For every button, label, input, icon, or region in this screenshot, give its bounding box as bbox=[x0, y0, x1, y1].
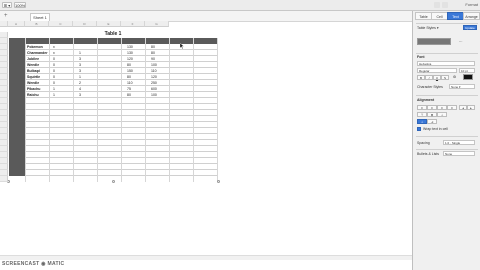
column-divider bbox=[121, 38, 122, 182]
font-label: Font bbox=[417, 55, 425, 59]
valign-top-button[interactable]: ⊤ bbox=[417, 112, 427, 117]
character-styles-label: Character Styles bbox=[417, 85, 443, 89]
font-size-field[interactable]: 10 pt bbox=[459, 68, 475, 73]
column-divider bbox=[97, 38, 98, 182]
underline-button[interactable]: U bbox=[433, 75, 441, 80]
table[interactable]: Pokemon x 130 80 Charmander x 1 130 80 Jubilee 0 3 1… bbox=[9, 38, 217, 176]
panel-tab-table[interactable]: Table bbox=[415, 12, 432, 20]
row-header[interactable] bbox=[0, 176, 8, 182]
table-title[interactable]: Table 1 bbox=[9, 31, 217, 37]
panel-divider bbox=[416, 23, 478, 24]
column-divider bbox=[73, 38, 74, 182]
add-sheet-icon[interactable]: + bbox=[4, 13, 8, 20]
panel-divider bbox=[416, 136, 478, 137]
wrap-text-label: Wrap text in cell bbox=[423, 127, 448, 131]
cursor-icon bbox=[180, 43, 185, 49]
table-styles-label[interactable]: Table Styles ▾ bbox=[417, 26, 439, 30]
text-direction-button[interactable]: ⇥ bbox=[427, 119, 437, 124]
panel-tabs: Table Cell Text Arrange bbox=[415, 12, 480, 20]
align-left-button[interactable]: ≡ bbox=[417, 105, 427, 110]
selection-handle[interactable] bbox=[112, 180, 115, 183]
table-row[interactable] bbox=[9, 170, 217, 176]
font-style-select[interactable]: Regular bbox=[417, 68, 457, 73]
zoom-button[interactable]: 100% ▾ bbox=[14, 2, 26, 14]
valign-selected-button[interactable]: ⊥ bbox=[417, 119, 427, 124]
align-justify-button[interactable]: ≡ bbox=[447, 105, 457, 110]
toolbar-icon-2[interactable] bbox=[442, 2, 448, 8]
indent-increase-button[interactable]: ▸ bbox=[467, 105, 475, 110]
column-divider bbox=[217, 38, 218, 182]
format-label[interactable]: Format bbox=[465, 2, 478, 8]
alignment-label: Alignment bbox=[417, 98, 435, 102]
format-panel: Table Cell Text Arrange Table Styles ▾ Upda… bbox=[412, 11, 480, 270]
bullets-lists-label[interactable]: Bullets & Lists bbox=[417, 152, 439, 156]
panel-divider bbox=[416, 53, 478, 54]
toolbar: ⊞ ▾ 100% ▾ Format bbox=[0, 0, 480, 14]
panel-tab-arrange[interactable]: Arrange bbox=[463, 12, 480, 20]
text-color-swatch[interactable] bbox=[463, 74, 473, 80]
bullets-select[interactable]: None bbox=[443, 151, 475, 156]
spacing-label[interactable]: Spacing bbox=[417, 141, 430, 145]
sheet-tab[interactable]: Sheet 1 bbox=[30, 13, 50, 21]
valign-bottom-button[interactable]: ⊥ bbox=[437, 112, 447, 117]
column-divider bbox=[49, 38, 50, 182]
more-icon[interactable]: ⋯ bbox=[459, 40, 463, 44]
view-button[interactable]: ⊞ ▾ bbox=[2, 2, 12, 8]
bold-button[interactable]: B bbox=[417, 75, 425, 80]
column-divider bbox=[193, 38, 194, 182]
strikethrough-button[interactable]: S bbox=[441, 75, 449, 80]
character-styles-select[interactable]: None ▾ bbox=[449, 84, 475, 89]
align-center-button[interactable]: ≡ bbox=[427, 105, 437, 110]
panel-divider bbox=[416, 149, 478, 150]
wrap-text-checkbox[interactable] bbox=[417, 127, 421, 131]
row-header-cell[interactable] bbox=[9, 170, 25, 176]
column-divider bbox=[25, 38, 26, 182]
panel-tab-cell[interactable]: Cell bbox=[431, 12, 448, 20]
align-right-button[interactable]: ≡ bbox=[437, 105, 447, 110]
column-divider bbox=[169, 38, 170, 182]
column-divider bbox=[145, 38, 146, 182]
selection-handle[interactable] bbox=[217, 180, 220, 183]
screencast-watermark: SCREENCAST ◉ MATIC bbox=[2, 261, 65, 267]
panel-divider bbox=[416, 95, 478, 96]
toolbar-icon-1[interactable] bbox=[434, 2, 440, 8]
valign-middle-button[interactable]: ≑ bbox=[427, 112, 437, 117]
indent-decrease-button[interactable]: ◂ bbox=[459, 105, 467, 110]
italic-button[interactable]: I bbox=[425, 75, 433, 80]
style-swatch[interactable] bbox=[417, 38, 451, 45]
spacing-select[interactable]: 1.0 · Single bbox=[443, 140, 475, 145]
panel-tab-text[interactable]: Text bbox=[447, 12, 464, 20]
gear-icon[interactable]: ⚙ bbox=[453, 75, 456, 79]
update-style-button[interactable]: Update bbox=[463, 25, 477, 30]
font-name-select[interactable]: Helvetica bbox=[417, 61, 475, 66]
